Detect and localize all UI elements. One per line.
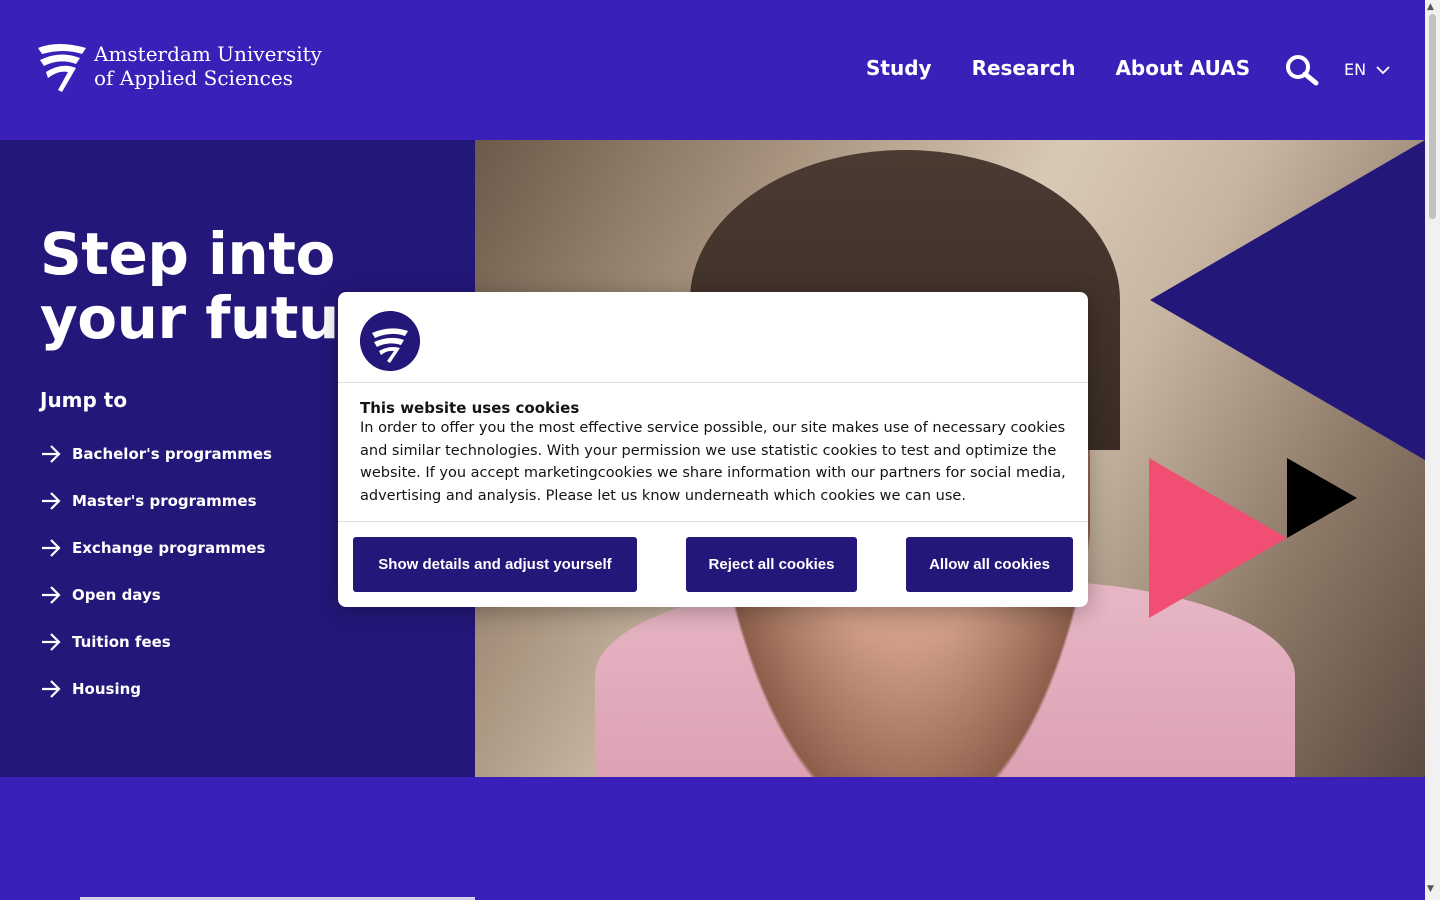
arrow-right-icon bbox=[42, 444, 61, 463]
allow-cookies-button[interactable]: Allow all cookies bbox=[906, 537, 1073, 592]
auas-logo[interactable]: Amsterdam University of Applied Sciences bbox=[36, 42, 322, 94]
main-nav: Study Research About AUAS bbox=[866, 56, 1290, 80]
arrow-right-icon bbox=[42, 491, 61, 510]
jump-item-label: Housing bbox=[72, 679, 142, 698]
jump-item-label: Tuition fees bbox=[72, 632, 171, 651]
scroll-down-icon[interactable]: ▼ bbox=[1427, 884, 1434, 894]
arrow-right-icon bbox=[42, 679, 61, 698]
next-section bbox=[0, 777, 1425, 900]
cookie-dialog-header bbox=[338, 292, 1088, 383]
nav-about[interactable]: About AUAS bbox=[1115, 56, 1250, 80]
jump-to-heading: Jump to bbox=[40, 388, 128, 412]
jump-item-label: Open days bbox=[72, 585, 161, 604]
jump-item-housing[interactable]: Housing bbox=[40, 665, 272, 712]
language-selector[interactable]: EN bbox=[1344, 60, 1390, 79]
cookie-dialog: This website uses cookies In order to of… bbox=[338, 292, 1088, 607]
cookie-dialog-buttons: Show details and adjust yourself Reject … bbox=[353, 537, 1073, 592]
auas-logo-icon bbox=[360, 311, 420, 371]
decor-triangle-purple bbox=[1150, 140, 1425, 460]
jump-item-label: Bachelor's programmes bbox=[72, 444, 272, 463]
reject-cookies-button[interactable]: Reject all cookies bbox=[686, 537, 857, 592]
jump-item-tuition[interactable]: Tuition fees bbox=[40, 618, 272, 665]
jump-item-label: Exchange programmes bbox=[72, 538, 266, 557]
jump-item-open-days[interactable]: Open days bbox=[40, 571, 272, 618]
search-icon[interactable] bbox=[1284, 54, 1320, 86]
arrow-right-icon bbox=[42, 632, 61, 651]
nav-study[interactable]: Study bbox=[866, 56, 932, 80]
jump-item-exchange[interactable]: Exchange programmes bbox=[40, 524, 272, 571]
jump-item-label: Master's programmes bbox=[72, 491, 257, 510]
show-details-button[interactable]: Show details and adjust yourself bbox=[353, 537, 637, 592]
chevron-down-icon bbox=[1376, 65, 1390, 74]
logo-text-line1: Amsterdam University bbox=[94, 42, 322, 66]
jump-to-list: Bachelor's programmes Master's programme… bbox=[40, 430, 272, 712]
nav-research[interactable]: Research bbox=[972, 56, 1076, 80]
jump-item-bachelors[interactable]: Bachelor's programmes bbox=[40, 430, 272, 477]
cookie-dialog-text: In order to offer you the most effective… bbox=[360, 420, 1066, 504]
logo-text-line2: of Applied Sciences bbox=[94, 66, 293, 90]
jump-item-masters[interactable]: Master's programmes bbox=[40, 477, 272, 524]
scroll-up-icon[interactable]: ▲ bbox=[1427, 2, 1434, 12]
arrow-right-icon bbox=[42, 538, 61, 557]
arrow-right-icon bbox=[42, 585, 61, 604]
cookie-dialog-title: This website uses cookies bbox=[360, 399, 580, 417]
site-header: Amsterdam University of Applied Sciences… bbox=[0, 0, 1425, 140]
decor-triangle-pink bbox=[1149, 458, 1287, 618]
auas-logo-icon bbox=[38, 44, 86, 92]
decor-triangle-black bbox=[1287, 458, 1357, 538]
language-label: EN bbox=[1344, 60, 1367, 79]
scrollbar-thumb[interactable] bbox=[1429, 14, 1436, 219]
hero-title-line1: Step into bbox=[40, 220, 335, 288]
